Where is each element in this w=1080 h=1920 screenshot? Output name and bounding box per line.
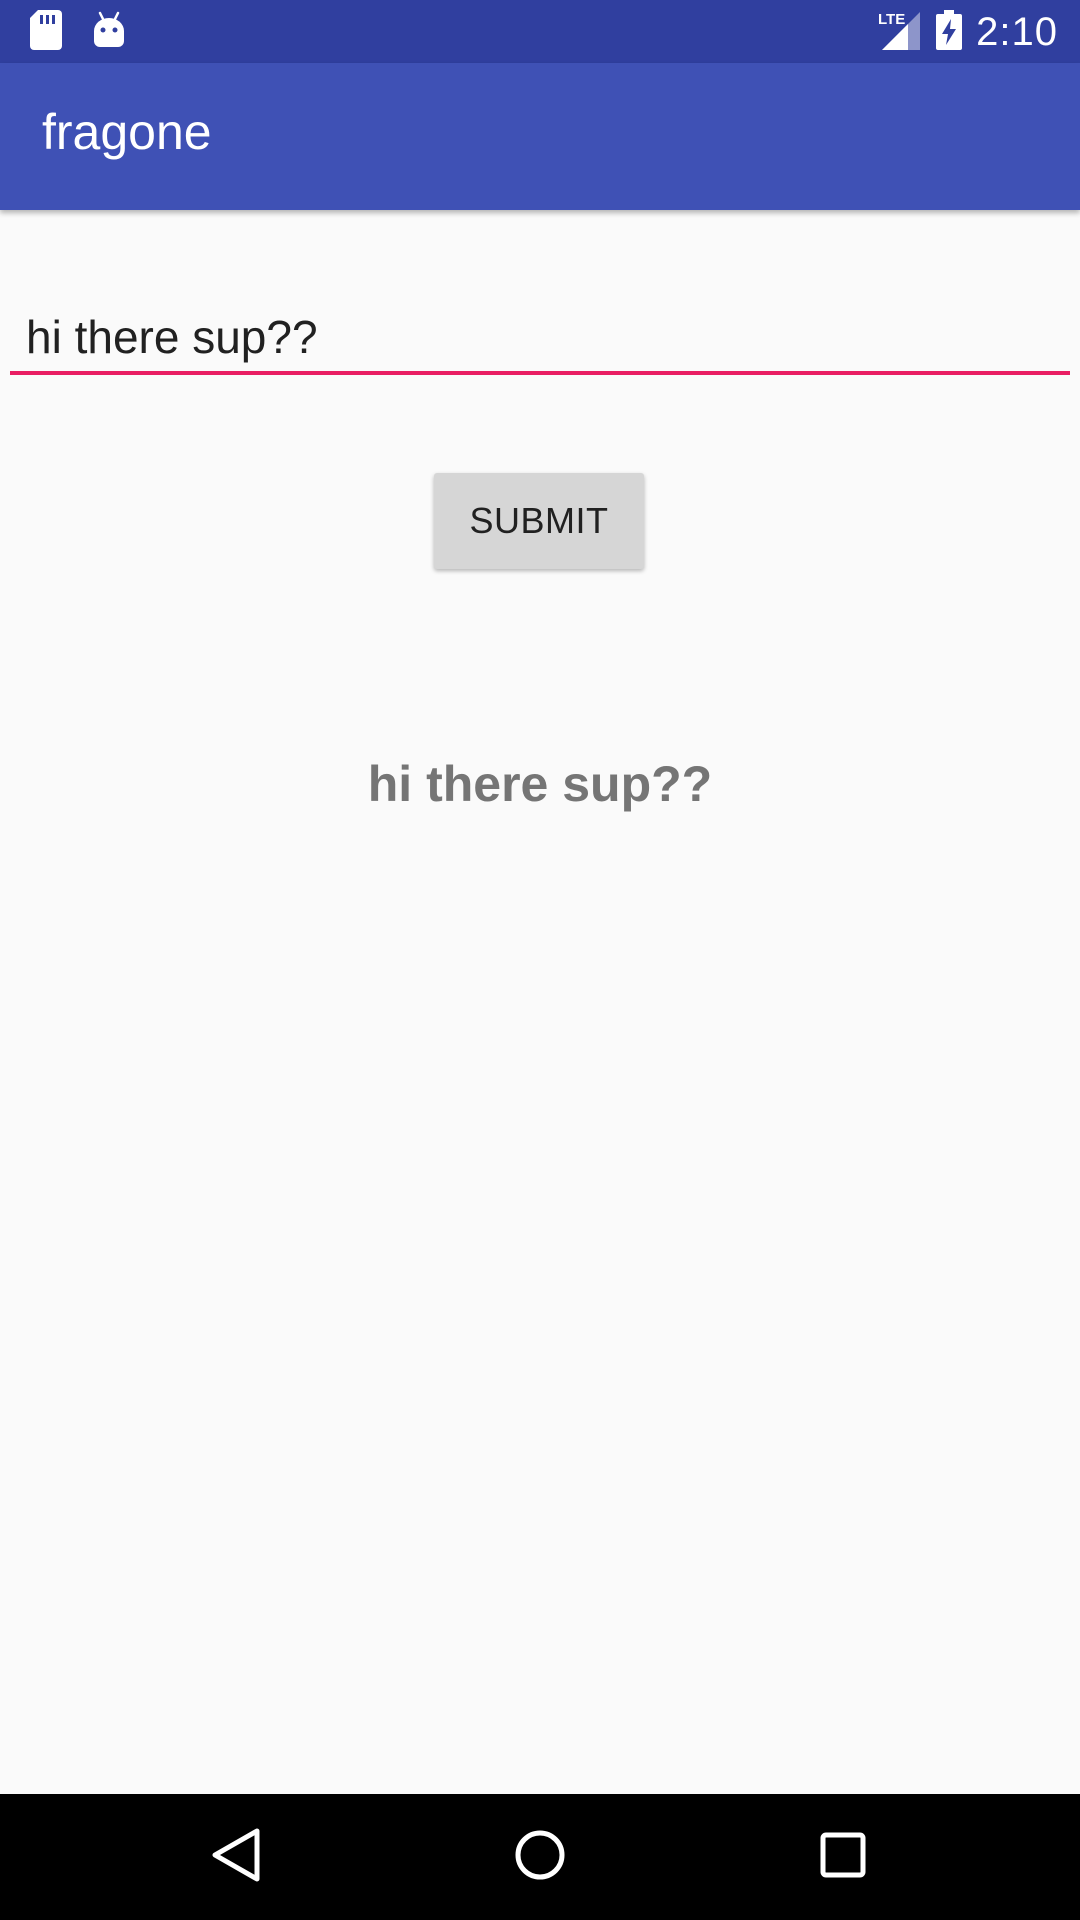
- status-left-icons: [30, 9, 126, 55]
- main-content: SUBMIT hi there sup??: [0, 210, 1080, 1794]
- battery-charging-icon: [936, 9, 963, 55]
- recents-button[interactable]: [803, 1817, 883, 1897]
- message-field[interactable]: [10, 305, 1070, 375]
- status-right-icons: LTE 2:10: [878, 6, 1058, 58]
- output-text: hi there sup??: [367, 756, 713, 812]
- recents-icon: [819, 1831, 867, 1884]
- home-icon: [513, 1828, 567, 1887]
- lte-signal-icon: LTE: [878, 8, 922, 57]
- lte-label: LTE: [878, 11, 905, 28]
- android-icon: [92, 11, 126, 54]
- status-time: 2:10: [976, 9, 1058, 54]
- submit-button[interactable]: SUBMIT: [434, 473, 644, 569]
- back-icon: [209, 1827, 263, 1888]
- message-input[interactable]: [26, 305, 1046, 369]
- home-button[interactable]: [500, 1817, 580, 1897]
- back-button[interactable]: [196, 1817, 276, 1897]
- app-title: fragone: [42, 104, 212, 160]
- status-bar: LTE 2:10: [0, 0, 1080, 63]
- app-bar: fragone: [0, 63, 1080, 210]
- navigation-bar: [0, 1794, 1080, 1920]
- sd-card-icon: [30, 9, 62, 55]
